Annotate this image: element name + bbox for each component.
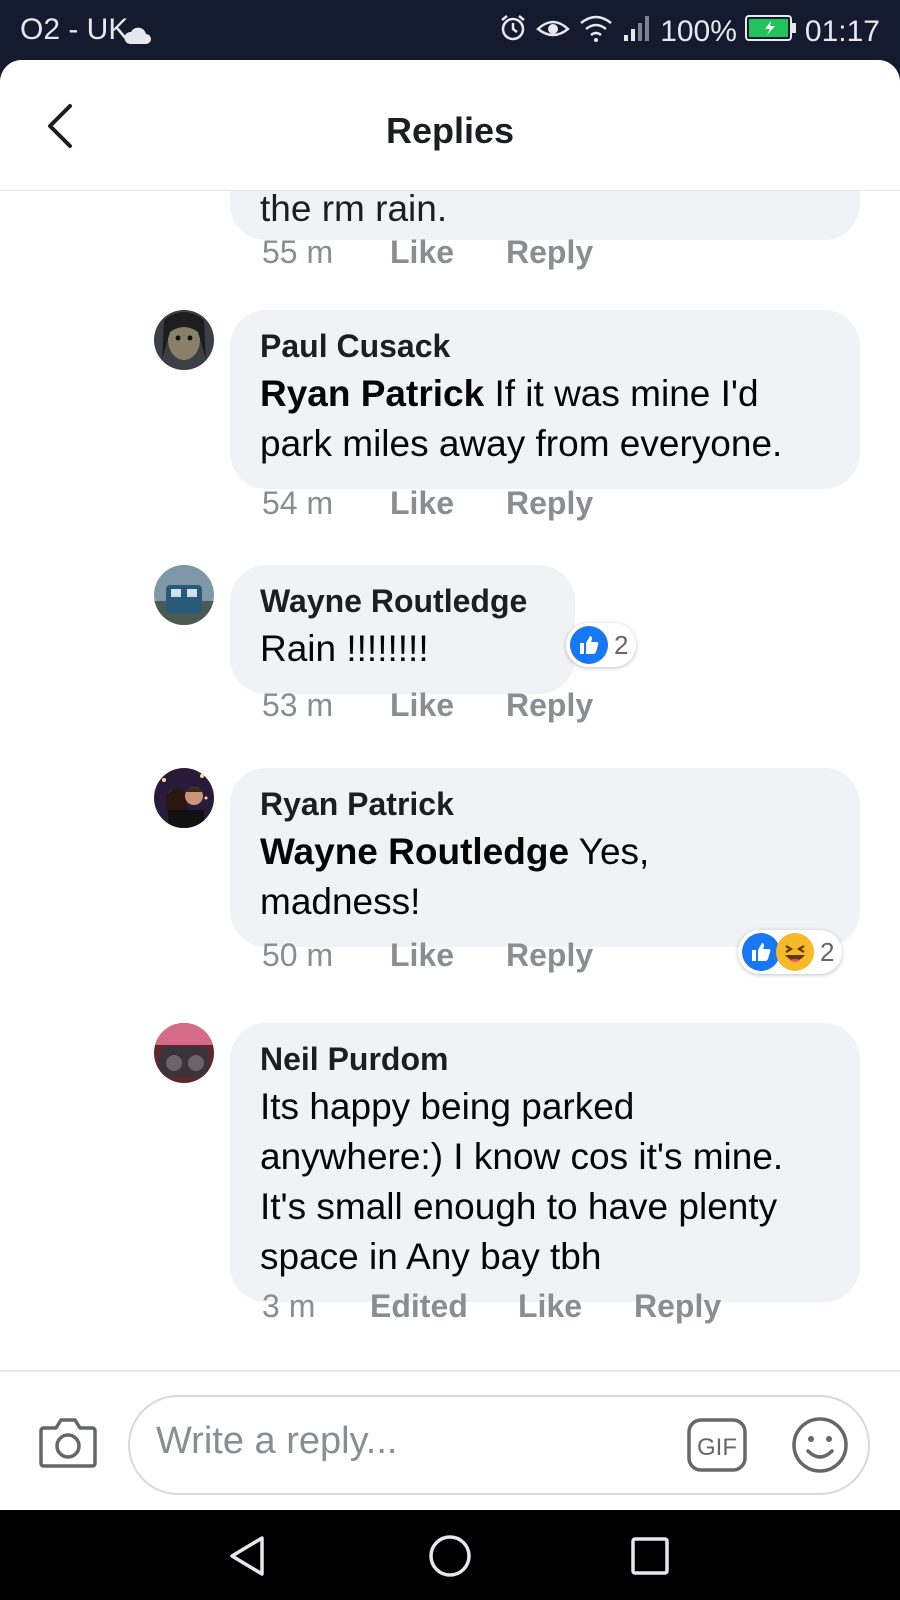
reply-input-container: GIF xyxy=(128,1395,870,1495)
replies-sheet: Replies the rm rain. 55 m Like Reply Pau… xyxy=(0,60,900,1510)
comment-bubble: Paul Cusack Ryan Patrick If it was mine … xyxy=(230,310,860,489)
avatar[interactable] xyxy=(154,310,214,370)
gif-button[interactable]: GIF xyxy=(686,1417,748,1478)
like-button[interactable]: Like xyxy=(390,937,454,974)
comment-text: Wayne Routledge Yes, madness! xyxy=(260,827,670,927)
comment-text: the rm rain. xyxy=(260,188,448,229)
comment-author[interactable]: Neil Purdom xyxy=(260,1041,830,1078)
cloud-icon xyxy=(122,20,152,54)
status-icons: 100% 01:17 xyxy=(498,13,880,51)
reply-button[interactable]: Reply xyxy=(506,687,593,724)
clock-time: 01:17 xyxy=(804,15,880,48)
avatar[interactable] xyxy=(154,1023,214,1083)
comment-text: Its happy being parked anywhere:) I know… xyxy=(260,1086,784,1277)
comment-author[interactable]: Ryan Patrick xyxy=(260,786,830,823)
haha-icon xyxy=(776,933,814,971)
camera-button[interactable] xyxy=(38,1414,98,1475)
gif-label: GIF xyxy=(697,1434,737,1461)
like-button[interactable]: Like xyxy=(390,687,454,724)
like-button[interactable]: Like xyxy=(518,1288,582,1325)
nav-recents-button[interactable] xyxy=(630,1536,670,1581)
nav-back-button[interactable] xyxy=(226,1534,270,1583)
header: Replies xyxy=(0,60,900,191)
circle-home-icon xyxy=(429,1535,471,1577)
comment-time: 55 m xyxy=(262,234,334,270)
reply-button[interactable]: Reply xyxy=(506,937,593,974)
mention-link[interactable]: Ryan Patrick xyxy=(260,373,484,414)
camera-icon xyxy=(39,1418,97,1468)
page-title: Replies xyxy=(385,110,515,151)
status-bar: O2 - UK 100% 01:17 xyxy=(0,0,900,60)
wifi-icon xyxy=(578,13,614,51)
avatar[interactable] xyxy=(154,565,214,625)
signal-icon xyxy=(622,13,652,51)
comment-text: Rain !!!!!!!! xyxy=(260,628,429,669)
reaction-count: 2 xyxy=(820,936,835,967)
comment-time: 3 m xyxy=(262,1288,316,1324)
comment-bubble: Neil Purdom Its happy being parked anywh… xyxy=(230,1023,860,1302)
reply-composer: GIF xyxy=(0,1370,900,1510)
comment-bubble: Wayne Routledge Rain !!!!!!!! xyxy=(230,565,575,694)
alarm-icon xyxy=(498,13,528,51)
square-recents-icon xyxy=(631,1537,669,1575)
comment-text: Ryan Patrick If it was mine I'd park mil… xyxy=(260,369,830,469)
eye-icon xyxy=(536,13,571,51)
emoji-button[interactable] xyxy=(790,1415,850,1480)
comment-time: 53 m xyxy=(262,687,334,723)
reply-button[interactable]: Reply xyxy=(634,1288,721,1325)
like-icon xyxy=(742,933,780,971)
battery-percent: 100% xyxy=(660,15,737,48)
reaction-summary[interactable]: 2 xyxy=(566,623,637,667)
carrier-label: O2 - UK xyxy=(20,13,129,46)
comment-author[interactable]: Wayne Routledge xyxy=(260,583,545,620)
like-button[interactable]: Like xyxy=(390,234,454,271)
comment-time: 50 m xyxy=(262,937,334,973)
gif-icon: GIF xyxy=(687,1418,747,1472)
like-icon xyxy=(570,626,608,664)
comment-list: the rm rain. 55 m Like Reply Paul Cusack… xyxy=(0,60,900,1370)
triangle-back-icon xyxy=(230,1536,264,1576)
mention-link[interactable]: Wayne Routledge xyxy=(260,831,569,872)
reply-button[interactable]: Reply xyxy=(506,485,593,522)
edited-label[interactable]: Edited xyxy=(370,1288,468,1325)
comment-author[interactable]: Paul Cusack xyxy=(260,328,830,365)
reaction-summary[interactable]: 2 xyxy=(738,930,843,974)
reply-button[interactable]: Reply xyxy=(506,234,593,271)
system-nav-bar xyxy=(0,1510,900,1600)
reaction-count: 2 xyxy=(614,629,629,660)
comment-bubble: Ryan Patrick Wayne Routledge Yes, madnes… xyxy=(230,768,860,947)
like-button[interactable]: Like xyxy=(390,485,454,522)
nav-home-button[interactable] xyxy=(428,1534,472,1583)
smiley-icon xyxy=(792,1417,848,1473)
avatar[interactable] xyxy=(154,768,214,828)
comment-time: 54 m xyxy=(262,485,334,521)
battery-icon xyxy=(744,14,797,50)
reply-input[interactable] xyxy=(154,1419,658,1464)
